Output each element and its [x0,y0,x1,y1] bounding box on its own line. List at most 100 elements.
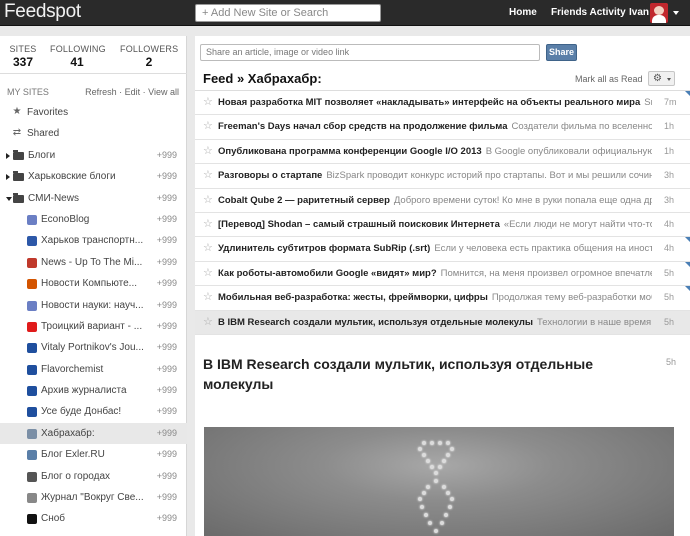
feedspot-logo[interactable]: Feedspot [4,1,81,23]
top-bar: Feedspot + Add New Site or Search Home F… [0,0,690,26]
sidebar-item[interactable]: СМИ-News +999 [0,188,187,209]
user-menu-name[interactable]: Ivan [629,7,649,18]
site-favicon-icon [27,428,37,439]
mark-all-read-link[interactable]: Mark all as Read [575,74,643,84]
chevron-right-icon[interactable] [6,174,10,181]
feed-item[interactable]: ☆ Новая разработка MIT позволяет «наклады… [195,91,690,116]
sidebar-item-label: Новости науки: науч... [41,299,144,311]
share-button[interactable]: Share [546,44,577,61]
star-icon[interactable]: ☆ [203,145,213,157]
molecule-dot [438,441,442,445]
unread-count: +999 [157,530,177,536]
avatar[interactable] [650,3,668,23]
sidebar-item[interactable]: EconoBlog +999 [0,209,187,230]
sidebar-item[interactable]: ⇄ Shared [0,123,187,144]
site-favicon-icon [27,514,37,525]
star-icon[interactable]: ☆ [203,316,213,328]
chevron-down-icon[interactable] [6,196,12,201]
sidebar-item[interactable]: ★ Favorites [0,102,187,123]
feed-item-title: Мобильная веб-разработка: жесты, фреймво… [218,292,488,304]
molecule-figure [418,441,456,536]
chevron-down-icon[interactable] [673,11,679,15]
home-link[interactable]: Home [509,7,537,18]
feed-item[interactable]: ☆ Опубликована программа конференции Goog… [195,140,690,165]
feed-title: Feed » Хабрахабр: [203,71,322,86]
site-favicon-icon [27,279,37,290]
feed-item[interactable]: ☆ Разговоры о стартапе BizSpark проводит к… [195,164,690,189]
feed-item-time: 1h [664,145,675,156]
molecule-dot [420,505,424,509]
friends-activity-link[interactable]: Friends Activity [551,7,626,18]
star-icon[interactable]: ☆ [203,291,213,303]
sidebar-item[interactable]: Блог о городах +999 [0,466,187,487]
molecule-dot [418,497,422,501]
feed-item[interactable]: ☆ Cobalt Qube 2 — раритетный сервер Доброг… [195,189,690,213]
star-icon[interactable]: ☆ [203,96,213,108]
star-icon[interactable]: ☆ [203,169,213,181]
sidebar-item-label: Архив журналиста [41,385,127,397]
sidebar-item[interactable]: News - Up To The Mi... +999 [0,252,187,273]
molecule-dot [434,529,438,533]
sidebar-item[interactable]: Vitaly Portnikov's Jou... +999 [0,337,187,358]
feed-item-title: Новая разработка MIT позволяет «накладыв… [218,97,641,108]
my-sites-title: MY SITES [7,87,49,97]
folder-icon [13,192,24,203]
sidebar-item[interactable]: Новости науки: науч... +999 [0,295,187,316]
sidebar-item[interactable]: Харьков транспортн... +999 [0,230,187,251]
feed-item-title: Freeman's Days начал сбор средств на про… [218,121,508,133]
molecule-dot [426,459,430,463]
unread-count: +999 [156,320,177,331]
sidebar-item[interactable]: Троицкий вариант - ... +999 [0,316,187,337]
feed-item-title: В IBM Research создали мультик, использу… [218,316,534,328]
star-icon[interactable]: ☆ [203,120,213,132]
sidebar-item[interactable]: Агенство телевиден... +999 [0,530,187,536]
site-favicon-icon [27,321,37,332]
sidebar-item[interactable]: Архив журналиста +999 [0,380,187,401]
star-icon[interactable]: ☆ [203,194,213,206]
site-favicon-icon [27,343,37,354]
sidebar-item[interactable]: Журнал "Вокруг Све... +999 [0,487,187,508]
star-icon[interactable]: ☆ [203,242,213,254]
stat-following[interactable]: FOLLOWING 41 [50,44,106,69]
article-title[interactable]: В IBM Research создали мультик, использу… [203,354,623,394]
unread-count: +999 [156,192,177,203]
feed-item[interactable]: ☆ Удлинитель субтитров формата SubRip (.s… [195,237,690,262]
sidebar-item[interactable]: Flavorchemist +999 [0,359,187,380]
stat-followers[interactable]: FOLLOWERS 2 [120,44,178,69]
feed-item-time: 3h [664,170,675,181]
sidebar-item-label: News - Up To The Mi... [41,256,143,268]
sidebar-item[interactable]: Сноб +999 [0,508,187,529]
feed-item-text: Freeman's Days начал сбор средств на про… [218,121,652,133]
feed-item-time: 1h [664,121,675,132]
feed-item[interactable]: ☆ Freeman's Days начал сбор средств на пр… [195,115,690,140]
feed-item-snippet: Доброго времени суток! Ко мне в руки поп… [393,194,652,206]
chevron-down-icon [667,78,671,81]
feed-item-time: 5h [664,267,675,278]
sidebar-item[interactable]: Усе буде Донбас! +999 [0,401,187,422]
sidebar-item[interactable]: Новости Компьюте... +999 [0,273,187,294]
unread-count: +999 [156,149,177,160]
molecule-dot [422,453,426,457]
sidebar-item-label: Favorites [27,107,69,118]
add-site-search-input[interactable]: + Add New Site or Search [195,4,381,22]
stat-sites[interactable]: SITES 337 [8,44,38,69]
my-sites-actions[interactable]: Refresh · Edit · View all [85,87,179,97]
sidebar-item[interactable]: Блог Exler.RU +999 [0,444,187,465]
star-icon[interactable]: ☆ [203,218,213,230]
sidebar-item[interactable]: Харьковские блоги +999 [0,166,187,187]
feed-item[interactable]: ☆ [Перевод] Shodan – самый страшный поиск… [195,213,690,238]
sidebar-item[interactable]: Блоги +999 [0,145,187,166]
site-favicon-icon [27,236,37,247]
chevron-right-icon[interactable] [6,152,10,159]
sidebar-item[interactable]: Хабрахабр: +999 [0,422,187,445]
sidebar-item-label: Харьковские блоги [28,171,116,183]
site-favicon-icon [27,300,37,311]
feed-item[interactable]: ☆ В IBM Research создали мультик, использ… [195,310,690,335]
feed-item[interactable]: ☆ Мобильная веб-разработка: жесты, фреймв… [195,286,690,311]
settings-button[interactable]: ⚙ [648,71,675,86]
unread-marker [685,261,690,267]
feed-item[interactable]: ☆ Как роботы-автомобили Google «видят» ми… [195,261,690,287]
share-link-input[interactable]: Share an article, image or video link [200,44,540,61]
star-icon[interactable]: ☆ [203,267,213,279]
unread-marker [685,286,690,292]
